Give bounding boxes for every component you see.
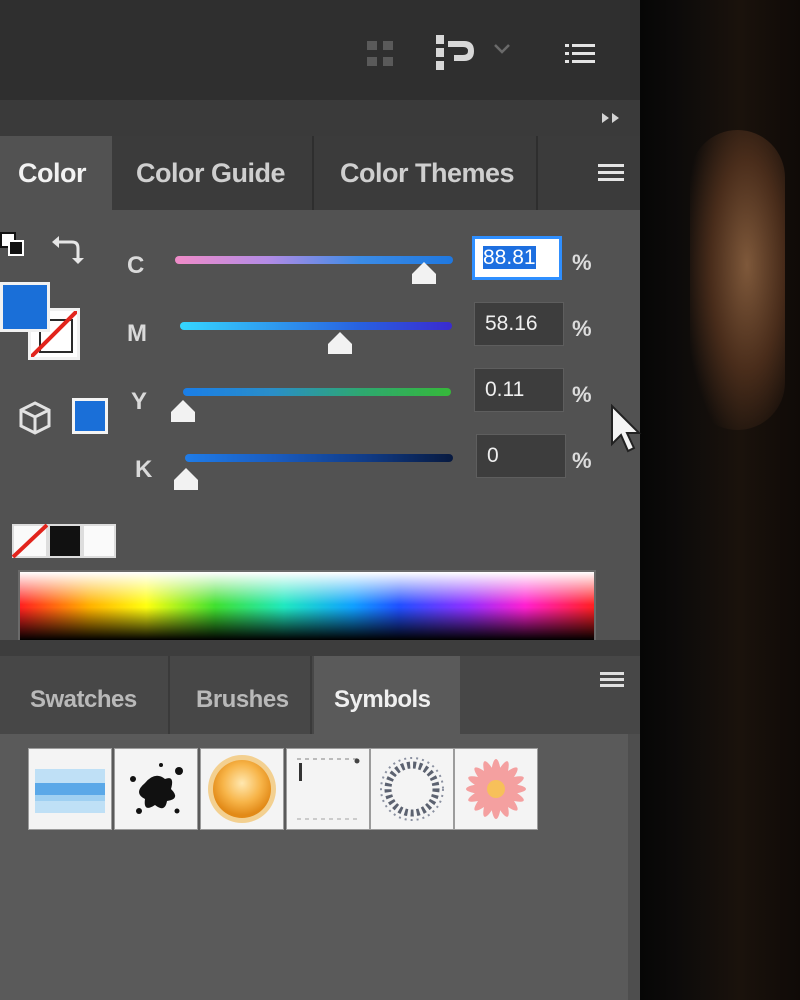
background-reflection (690, 130, 785, 430)
gpu-performance-icon[interactable] (430, 33, 478, 73)
default-fill-stroke-icon[interactable] (0, 232, 30, 260)
symbol-orange-orb[interactable] (200, 748, 284, 830)
panel-menu-icon[interactable] (596, 162, 626, 184)
grid-icon[interactable] (365, 38, 397, 70)
channel-label-y: Y (131, 388, 148, 415)
white-swatch[interactable] (82, 524, 116, 558)
unit-label-k: % (572, 448, 592, 473)
unit-label-c: % (572, 250, 592, 275)
slider-track-y[interactable] (183, 388, 451, 396)
tab-symbols[interactable]: Symbols (314, 656, 460, 734)
menu-icon[interactable] (565, 42, 595, 66)
in-gamut-color-swatch[interactable] (72, 398, 108, 434)
none-swatch[interactable] (12, 524, 48, 558)
symbol-blue-banner[interactable] (28, 748, 112, 830)
black-swatch[interactable] (48, 524, 82, 558)
tab-color-guide[interactable]: Color Guide (114, 136, 314, 210)
scrollbar[interactable] (628, 734, 640, 1000)
slider-thumb-c[interactable] (410, 262, 438, 284)
slider-thumb-y[interactable] (169, 400, 197, 422)
symbol-pink-flower[interactable] (454, 748, 538, 830)
application-bar (0, 0, 640, 100)
panel-menu-icon[interactable] (598, 670, 626, 690)
panel-divider (0, 640, 640, 656)
channel-label-k: K (135, 456, 153, 483)
slider-track-k[interactable] (185, 454, 453, 462)
value-field-m[interactable]: 58.16 (474, 302, 564, 346)
value-field-c[interactable]: 88.81 (472, 236, 562, 280)
slider-thumb-k[interactable] (172, 468, 200, 490)
slider-thumb-m[interactable] (326, 332, 354, 354)
channel-label-c: C (127, 252, 145, 279)
tab-brushes[interactable]: Brushes (172, 656, 312, 734)
chevron-down-icon[interactable] (493, 42, 511, 56)
tab-color[interactable]: Color (0, 136, 112, 210)
channel-label-m: M (127, 320, 147, 347)
collapse-panels-icon[interactable] (600, 110, 626, 126)
mouse-cursor-icon (611, 404, 642, 453)
cube-icon[interactable] (18, 400, 52, 436)
symbol-ink-splatter[interactable] (114, 748, 198, 830)
tab-swatches[interactable]: Swatches (0, 656, 170, 734)
value-field-k[interactable]: 0 (476, 434, 566, 478)
swap-fill-stroke-icon[interactable] (50, 230, 86, 266)
value-field-y[interactable]: 0.11 (474, 368, 564, 412)
unit-label-y: % (572, 382, 592, 407)
unit-label-m: % (572, 316, 592, 341)
symbol-ring-of-dots[interactable] (370, 748, 454, 830)
slider-track-m[interactable] (180, 322, 452, 330)
tab-color-themes[interactable]: Color Themes (316, 136, 538, 210)
fill-swatch[interactable] (0, 282, 50, 332)
color-spectrum-bar[interactable] (18, 570, 596, 642)
symbol-frame[interactable] (286, 748, 370, 830)
panel-header-strip (0, 100, 640, 136)
